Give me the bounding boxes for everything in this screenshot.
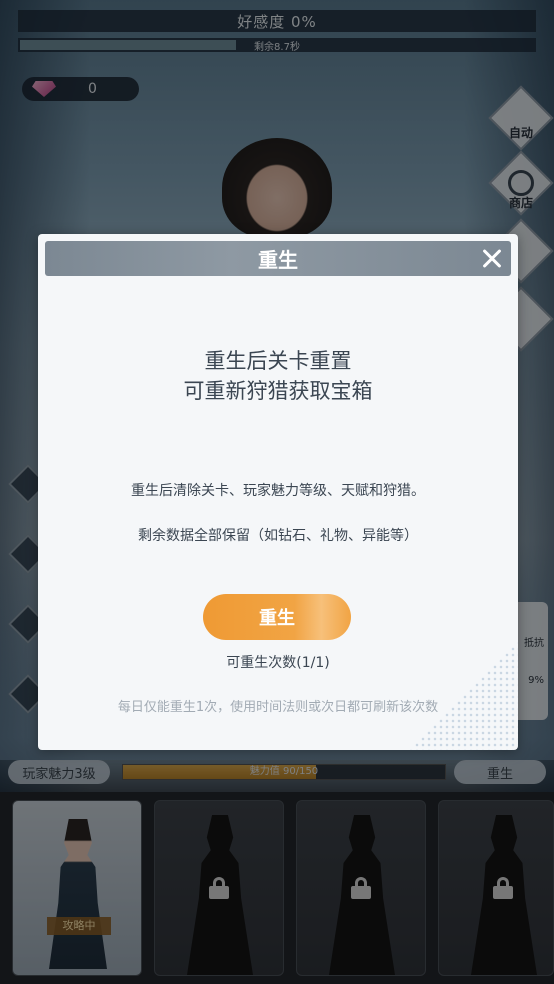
rebirth-confirm-button[interactable]: 重生 [203,594,351,640]
dialog-title: 重生 [258,248,298,272]
headline-line-2: 可重新狩猎获取宝箱 [183,379,373,403]
rebirth-dialog: 重生 重生后关卡重置 可重新狩猎获取宝箱 重生后清除关卡、玩家魅力等级、天赋和狩… [38,234,518,750]
headline-line-1: 重生后关卡重置 [204,349,352,373]
body-line-1: 重生后清除关卡、玩家魅力等级、天赋和狩猎。 [131,483,425,499]
dialog-body: 重生后清除关卡、玩家魅力等级、天赋和狩猎。 剩余数据全部保留（如钻石、礼物、异能… [38,480,518,570]
dialog-header: 重生 [45,241,511,276]
close-icon[interactable] [477,244,507,274]
rebirth-count-text: 可重生次数(1/1) [226,655,330,671]
dialog-headline: 重生后关卡重置 可重新狩猎获取宝箱 [38,346,518,406]
body-line-2: 剩余数据全部保留（如钻石、礼物、异能等） [138,528,418,544]
